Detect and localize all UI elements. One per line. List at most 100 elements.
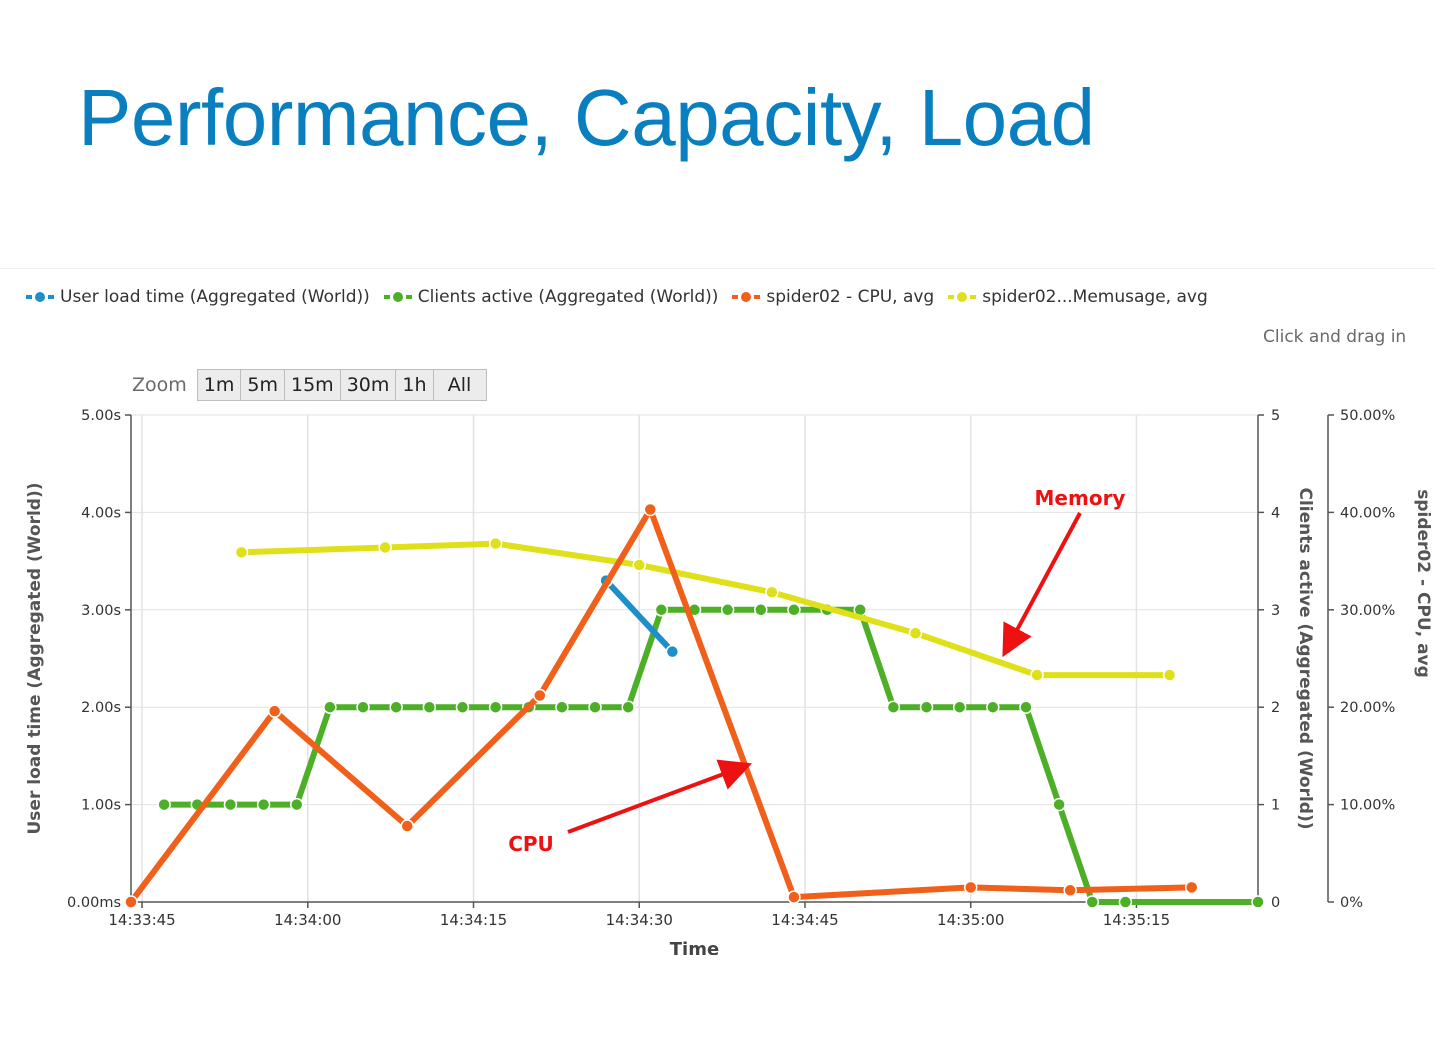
zoom-30m-button[interactable]: 30m [340, 370, 397, 400]
series-cpu-point[interactable] [400, 819, 414, 833]
series-clients-active-point[interactable] [256, 797, 271, 812]
series-clients-active-point[interactable] [787, 603, 801, 617]
y-tick-label-right2: 0% [1340, 895, 1363, 911]
y-tick-label-left: 0.00ms [67, 895, 121, 911]
x-tick-label: 14:35:00 [937, 911, 1004, 929]
legend-item-3[interactable]: spider02...Memusage, avg [948, 287, 1208, 307]
x-tick-label: 14:35:15 [1103, 911, 1170, 929]
zoom-1m-button[interactable]: 1m [197, 370, 242, 400]
y-axis-title-right2: spider02 - CPU, avg [1413, 489, 1433, 678]
zoom-all-button[interactable]: All [433, 370, 486, 400]
series-memusage-point[interactable] [1030, 668, 1044, 682]
legend-label: User load time (Aggregated (World)) [60, 287, 370, 307]
annotation-cpu-label: CPU [508, 832, 554, 856]
y-tick-label-right1: 1 [1271, 798, 1280, 814]
series-clients-active-point[interactable] [488, 700, 503, 714]
x-tick-label: 14:34:45 [771, 911, 838, 929]
y-tick-label-left: 5.00s [81, 408, 121, 424]
series-clients-active-point[interactable] [588, 700, 602, 714]
y-tick-label-right2: 40.00% [1340, 505, 1395, 521]
series-clients-active-point[interactable] [1052, 797, 1066, 812]
legend-swatch [732, 292, 761, 302]
zoom-1h-button[interactable]: 1h [396, 370, 434, 400]
y-tick-label-right1: 4 [1271, 505, 1280, 521]
y-tick-label-left: 2.00s [81, 700, 121, 716]
series-clients-active-point[interactable] [289, 797, 304, 812]
legend-label: spider02 - CPU, avg [766, 287, 935, 307]
series-cpu-point[interactable] [124, 895, 138, 909]
zoom-control: Zoom 1m 5m 15m 30m 1h All [132, 369, 487, 401]
series-clients-active-point[interactable] [157, 797, 171, 812]
series-clients-active-point[interactable] [1251, 895, 1265, 909]
series-cpu-point[interactable] [533, 688, 547, 703]
x-tick-label: 14:34:30 [606, 911, 673, 929]
y-tick-label-right2: 50.00% [1340, 408, 1395, 424]
y-tick-label-right2: 10.00% [1340, 798, 1395, 814]
series-clients-active-point[interactable] [919, 700, 934, 714]
zoom-5m-button[interactable]: 5m [241, 370, 285, 400]
series-cpu-point[interactable] [643, 502, 658, 517]
series-clients-active-point[interactable] [1085, 895, 1100, 909]
legend-label: spider02...Memusage, avg [982, 287, 1208, 307]
series-memusage-point[interactable] [488, 536, 503, 551]
series-clients-active-point[interactable] [223, 797, 238, 812]
series-cpu-point[interactable] [787, 890, 801, 904]
series-cpu-point[interactable] [1184, 880, 1199, 895]
x-tick-label: 14:34:15 [440, 911, 507, 929]
series-cpu-point[interactable] [963, 880, 978, 895]
series-clients-active-point[interactable] [323, 700, 337, 714]
series-memusage-point[interactable] [908, 626, 923, 640]
series-cpu-point[interactable] [1063, 883, 1077, 898]
series-clients-active-point[interactable] [389, 700, 403, 714]
zoom-button-group: 1m 5m 15m 30m 1h All [196, 369, 487, 401]
x-axis-title: Time [670, 939, 719, 955]
annotation-memory-label: Memory [1035, 486, 1126, 510]
x-tick-label: 14:33:45 [108, 911, 175, 929]
series-memusage-point[interactable] [378, 540, 392, 555]
chart-legend: User load time (Aggregated (World)) Clien… [26, 287, 1208, 307]
y-tick-label-right1: 5 [1271, 408, 1280, 424]
series-clients-active-point[interactable] [720, 603, 735, 617]
chart-panel[interactable]: 0.00ms 1.00s 2.00s 3.00s 4.00s 5.00s User load… [0, 268, 1435, 955]
series-clients-active-point[interactable] [754, 603, 768, 617]
series-cpu-point[interactable] [267, 704, 282, 718]
legend-item-0[interactable]: User load time (Aggregated (World)) [26, 287, 370, 307]
y-tick-label-right2: 20.00% [1340, 700, 1395, 716]
drag-to-zoom-hint: Click and drag in [1263, 327, 1407, 347]
series-clients-active-point[interactable] [1019, 700, 1033, 714]
legend-swatch [26, 292, 54, 302]
y-tick-label-left: 3.00s [81, 603, 121, 619]
series-clients-active-point[interactable] [455, 700, 470, 714]
series-clients-active-point[interactable] [952, 700, 967, 714]
legend-item-1[interactable]: Clients active (Aggregated (World)) [383, 287, 719, 307]
y-tick-label-left: 4.00s [81, 505, 121, 521]
series-memusage-point[interactable] [1162, 668, 1177, 682]
series-memusage-point[interactable] [632, 558, 647, 572]
series-clients-active-point[interactable] [555, 700, 569, 714]
y-tick-label-right1: 2 [1271, 700, 1280, 716]
page-title: Performance, Capacity, Load [78, 73, 1095, 162]
y-tick-label-right1: 3 [1271, 603, 1280, 619]
legend-swatch [383, 292, 412, 302]
y-tick-label-left: 1.00s [81, 798, 121, 814]
x-tick-label: 14:34:00 [274, 911, 341, 929]
legend-item-2[interactable]: spider02 - CPU, avg [732, 287, 934, 307]
series-clients-active-point[interactable] [986, 700, 1000, 714]
series-clients-active-point[interactable] [1118, 895, 1133, 909]
y-axis-title-right1: Clients active (Aggregated (World)) [1295, 487, 1315, 829]
series-clients-active-point[interactable] [356, 700, 370, 714]
series-clients-active-point[interactable] [621, 700, 635, 714]
series-memusage-point[interactable] [234, 545, 249, 560]
series-clients-active-point[interactable] [886, 700, 901, 714]
y-axis-title-left: User load time (Aggregated (World)) [25, 482, 45, 834]
series-memusage-point[interactable] [765, 585, 779, 600]
legend-swatch [948, 292, 977, 302]
series-user-load-time-point[interactable] [665, 644, 680, 659]
legend-label: Clients active (Aggregated (World)) [417, 287, 719, 307]
zoom-15m-button[interactable]: 15m [285, 370, 341, 400]
series-clients-active-point[interactable] [422, 700, 437, 714]
y-tick-label-right1: 0 [1271, 895, 1280, 911]
series-clients-active-point[interactable] [654, 603, 669, 617]
zoom-label: Zoom [132, 374, 187, 396]
y-tick-label-right2: 30.00% [1340, 603, 1395, 619]
